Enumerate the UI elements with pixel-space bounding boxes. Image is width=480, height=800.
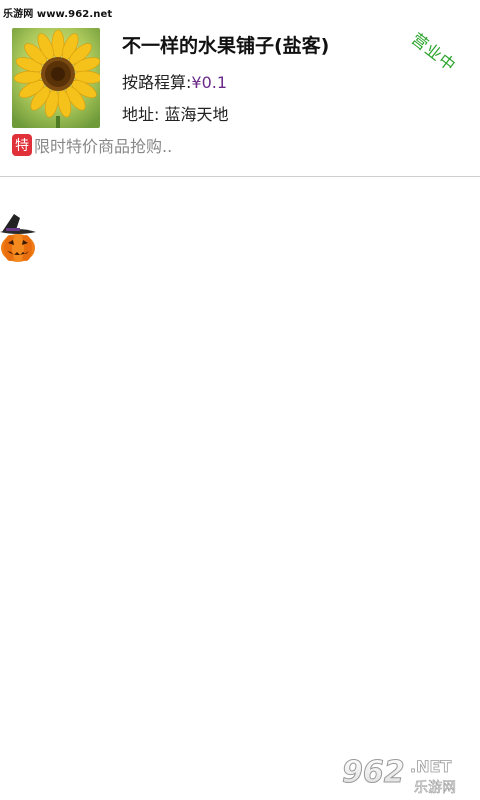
store-address: 地址: 蓝海天地 (122, 105, 229, 124)
delivery-fee-price: ¥0.1 (191, 73, 228, 92)
sunflower-image (12, 28, 100, 128)
divider (0, 176, 480, 177)
promo-row[interactable]: 特 限时特价商品抢购.. (12, 133, 172, 157)
promo-text: 限时特价商品抢购.. (34, 137, 173, 156)
watermark-brand: 962 (342, 755, 405, 790)
open-status-badge: 营业中 (407, 29, 460, 76)
store-name[interactable]: 不一样的水果铺子(盐客) (122, 31, 329, 58)
delivery-fee: 按路程算:¥0.1 (122, 69, 227, 93)
watermark-subtitle: 乐游网 (414, 780, 456, 796)
promo-tag-icon: 特 (12, 134, 32, 156)
watermark-bottom: 962 .NET 乐游网 (340, 752, 474, 797)
watermark-suffix: .NET (410, 757, 451, 776)
delivery-fee-label: 按路程算: (122, 73, 192, 92)
halloween-pumpkin-icon (0, 212, 40, 264)
store-thumbnail[interactable] (12, 28, 100, 128)
store-card[interactable]: 不一样的水果铺子(盐客) 按路程算:¥0.1 地址: 蓝海天地 营业中 特 限时… (0, 0, 480, 176)
